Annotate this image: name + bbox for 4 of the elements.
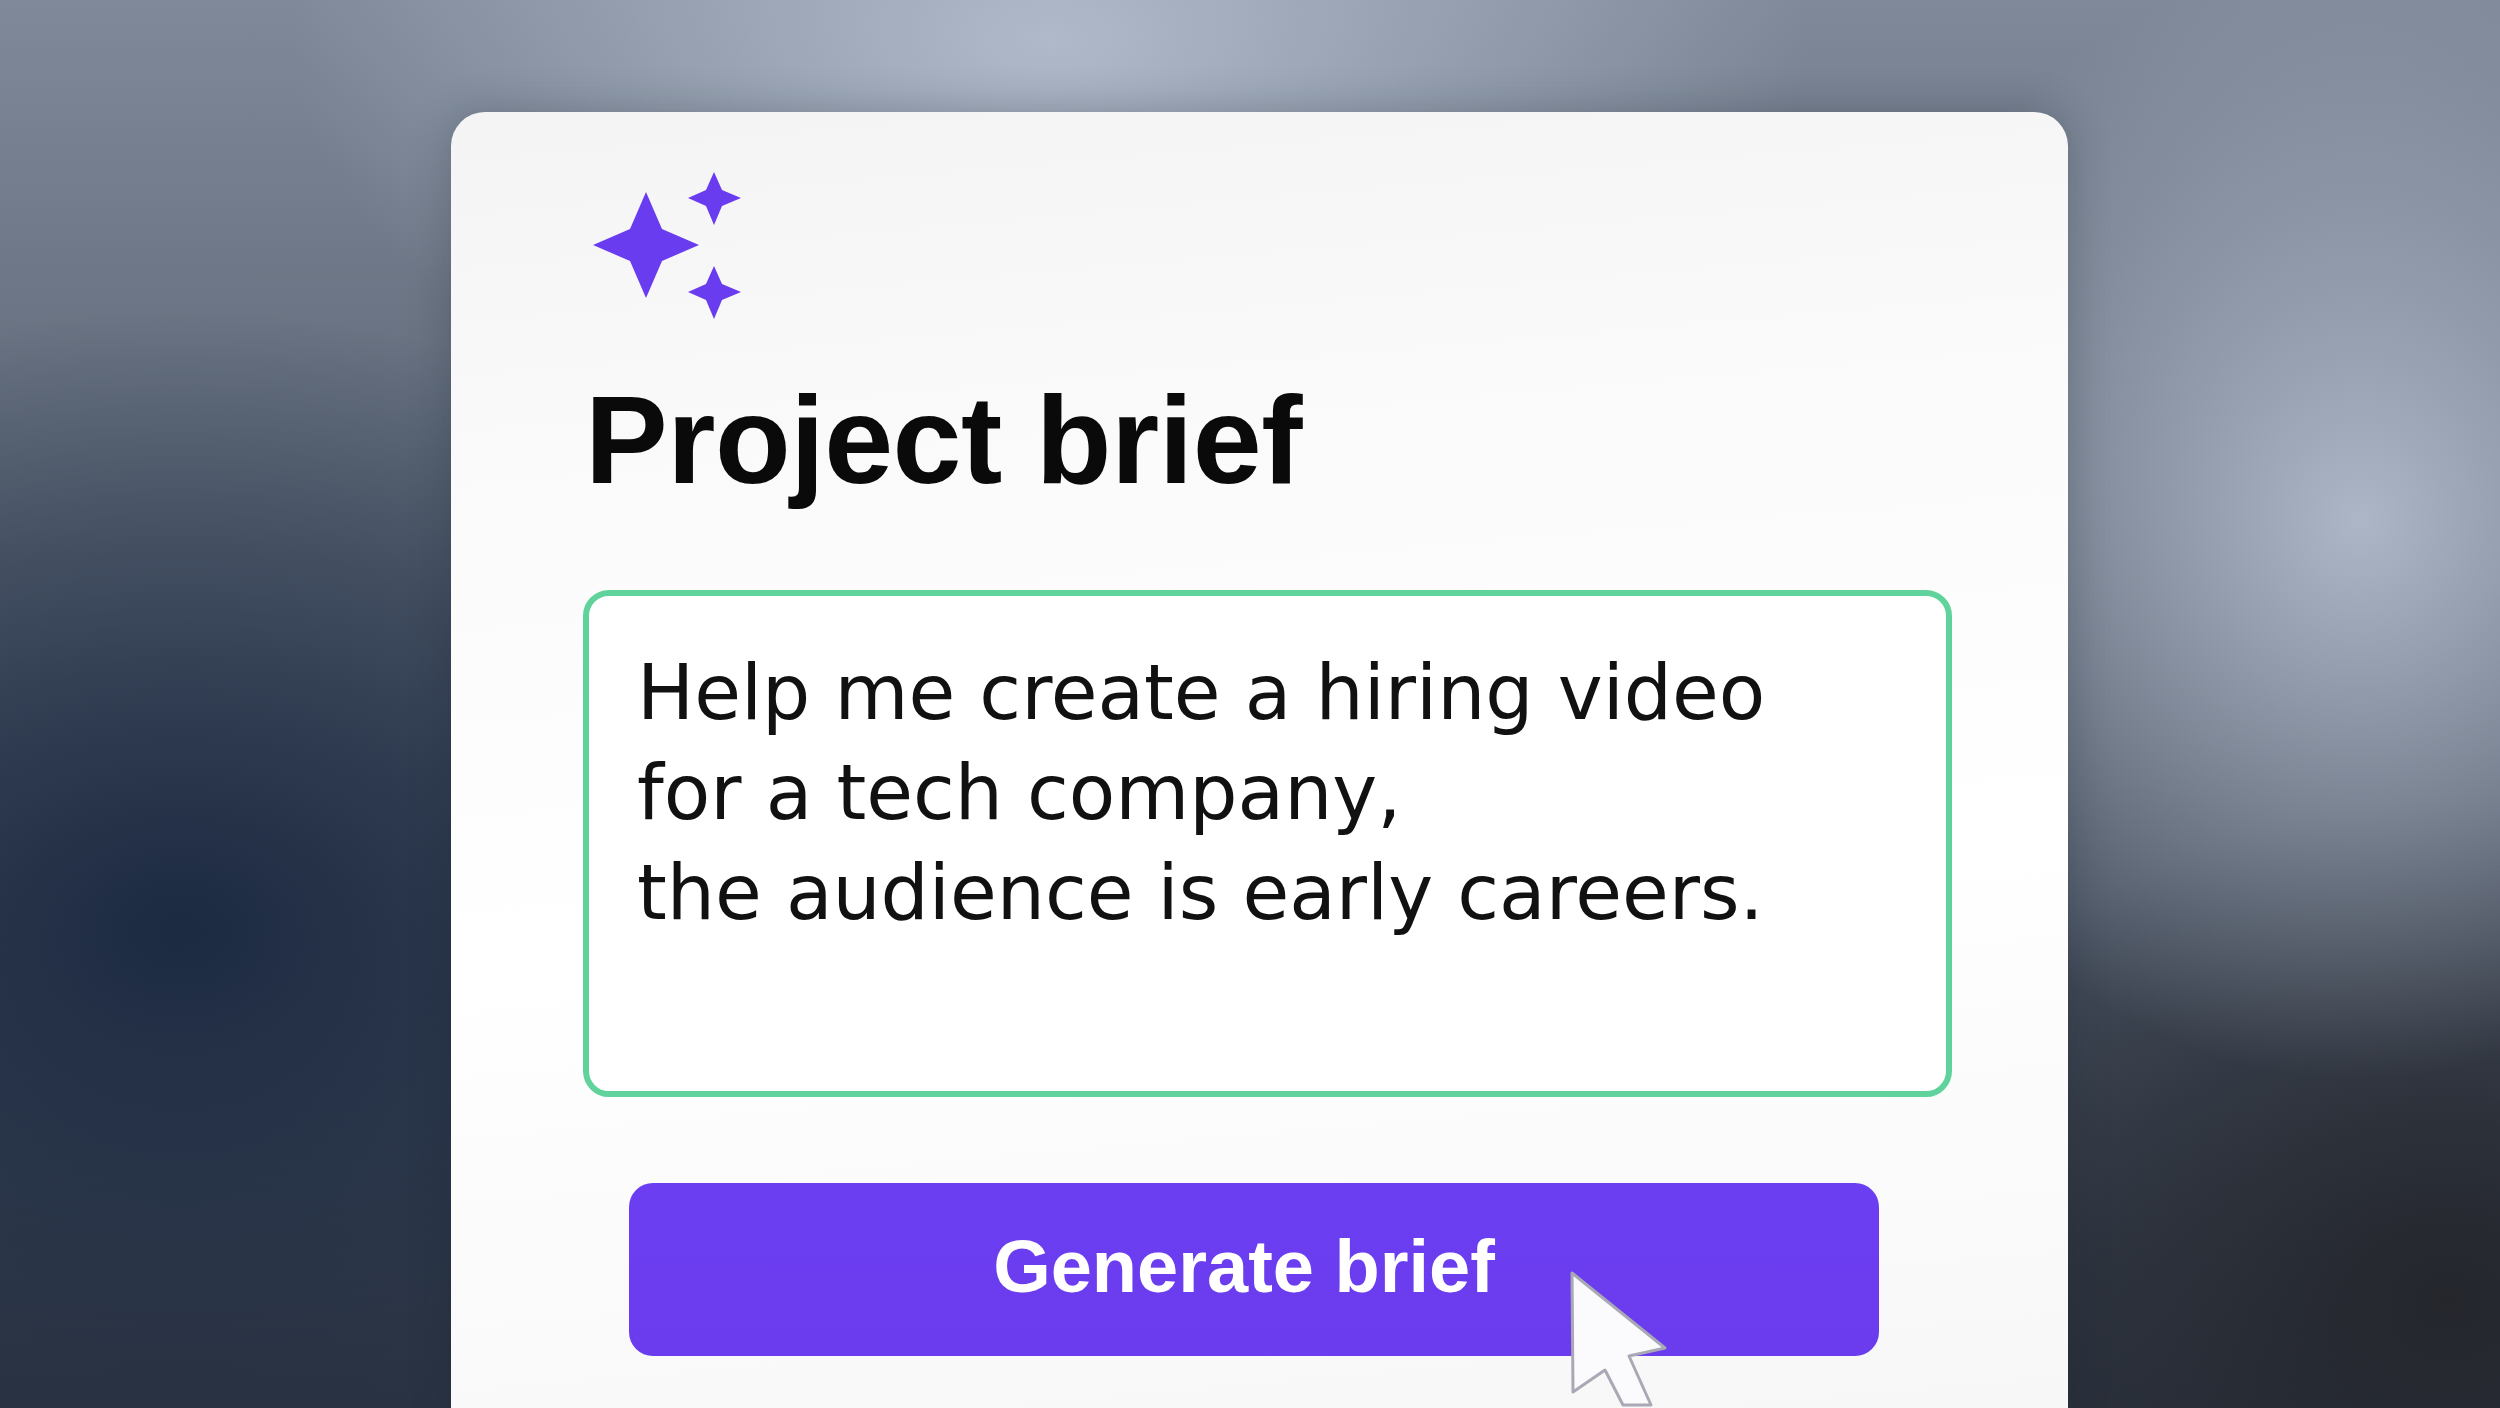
generate-button[interactable]: Generate brief xyxy=(629,1183,1879,1356)
sparkle-icon xyxy=(593,172,741,319)
prompt-field[interactable]: Help me create a hiring video for a tech company, the audience is early careers. xyxy=(583,590,1952,1097)
card-title: Project brief xyxy=(584,370,1304,511)
